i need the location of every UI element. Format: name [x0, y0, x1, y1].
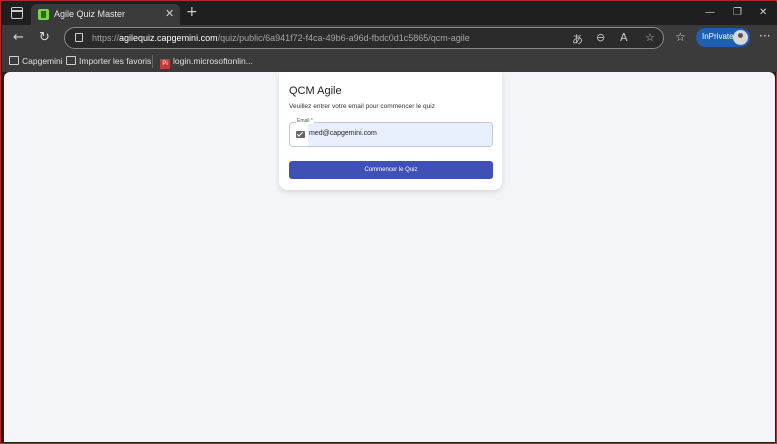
- inprivate-label: InPrivate: [702, 32, 734, 41]
- url-text[interactable]: https://agilequiz.capgemini.com/quiz/pub…: [92, 33, 470, 43]
- page-title: QCM Agile: [289, 85, 342, 97]
- minimize-icon[interactable]: —: [705, 7, 715, 18]
- close-tab-icon[interactable]: ✕: [165, 7, 174, 20]
- bookmark-login-microsoft[interactable]: Pi login.microsoftonlin...: [160, 56, 253, 69]
- restore-icon[interactable]: ❐: [733, 7, 742, 18]
- import-icon: [66, 56, 76, 65]
- bookmark-import-favorites[interactable]: Importer les favoris: [66, 56, 151, 66]
- agile-quiz-favicon-icon: [38, 9, 49, 20]
- inprivate-badge[interactable]: InPrivate: [696, 28, 750, 47]
- browser-window: Agile Quiz Master ✕ + — ❐ ✕ ← ↻ https://…: [0, 0, 777, 444]
- tab-strip: Agile Quiz Master ✕ + — ❐ ✕: [2, 2, 777, 26]
- start-quiz-button[interactable]: Commencer le Quiz: [289, 161, 493, 179]
- tab-title: Agile Quiz Master: [54, 9, 126, 19]
- lock-icon[interactable]: [75, 33, 83, 42]
- mail-icon: [296, 131, 305, 138]
- avatar: [733, 30, 748, 45]
- email-field[interactable]: Email * med@capgemini.com: [289, 118, 493, 147]
- favorite-star-icon[interactable]: ☆: [645, 31, 655, 44]
- more-options-icon[interactable]: ···: [759, 29, 770, 43]
- tab-actions-icon[interactable]: [11, 7, 23, 19]
- email-input[interactable]: med@capgemini.com: [309, 130, 377, 137]
- back-icon[interactable]: ←: [13, 30, 24, 45]
- zoom-icon[interactable]: ⊖: [596, 31, 605, 44]
- page-content: QCM Agile Veuillez entrer votre email po…: [4, 72, 775, 442]
- quiz-card: QCM Agile Veuillez entrer votre email po…: [279, 72, 502, 190]
- new-tab-icon[interactable]: +: [186, 4, 198, 20]
- text-size-icon[interactable]: A: [620, 31, 628, 44]
- favorites-icon[interactable]: ☆: [675, 30, 686, 44]
- refresh-icon[interactable]: ↻: [39, 30, 50, 45]
- address-bar[interactable]: https://agilequiz.capgemini.com/quiz/pub…: [64, 27, 664, 49]
- instruction-text: Veuillez entrer votre email pour commenc…: [289, 103, 435, 110]
- navigation-bar: ← ↻ https://agilequiz.capgemini.com/quiz…: [2, 25, 777, 51]
- powerapps-icon: Pi: [160, 59, 170, 69]
- folder-icon: [9, 56, 19, 65]
- email-label: Email *: [296, 118, 314, 124]
- bookmark-capgemini[interactable]: Capgemini: [9, 56, 63, 66]
- active-tab[interactable]: Agile Quiz Master ✕: [31, 4, 180, 26]
- bookmarks-bar: Capgemini Importer les favoris Pi login.m…: [2, 51, 777, 72]
- read-aloud-icon[interactable]: あ: [572, 31, 583, 47]
- close-window-icon[interactable]: ✕: [759, 7, 767, 18]
- bookmark-separator: [152, 55, 153, 68]
